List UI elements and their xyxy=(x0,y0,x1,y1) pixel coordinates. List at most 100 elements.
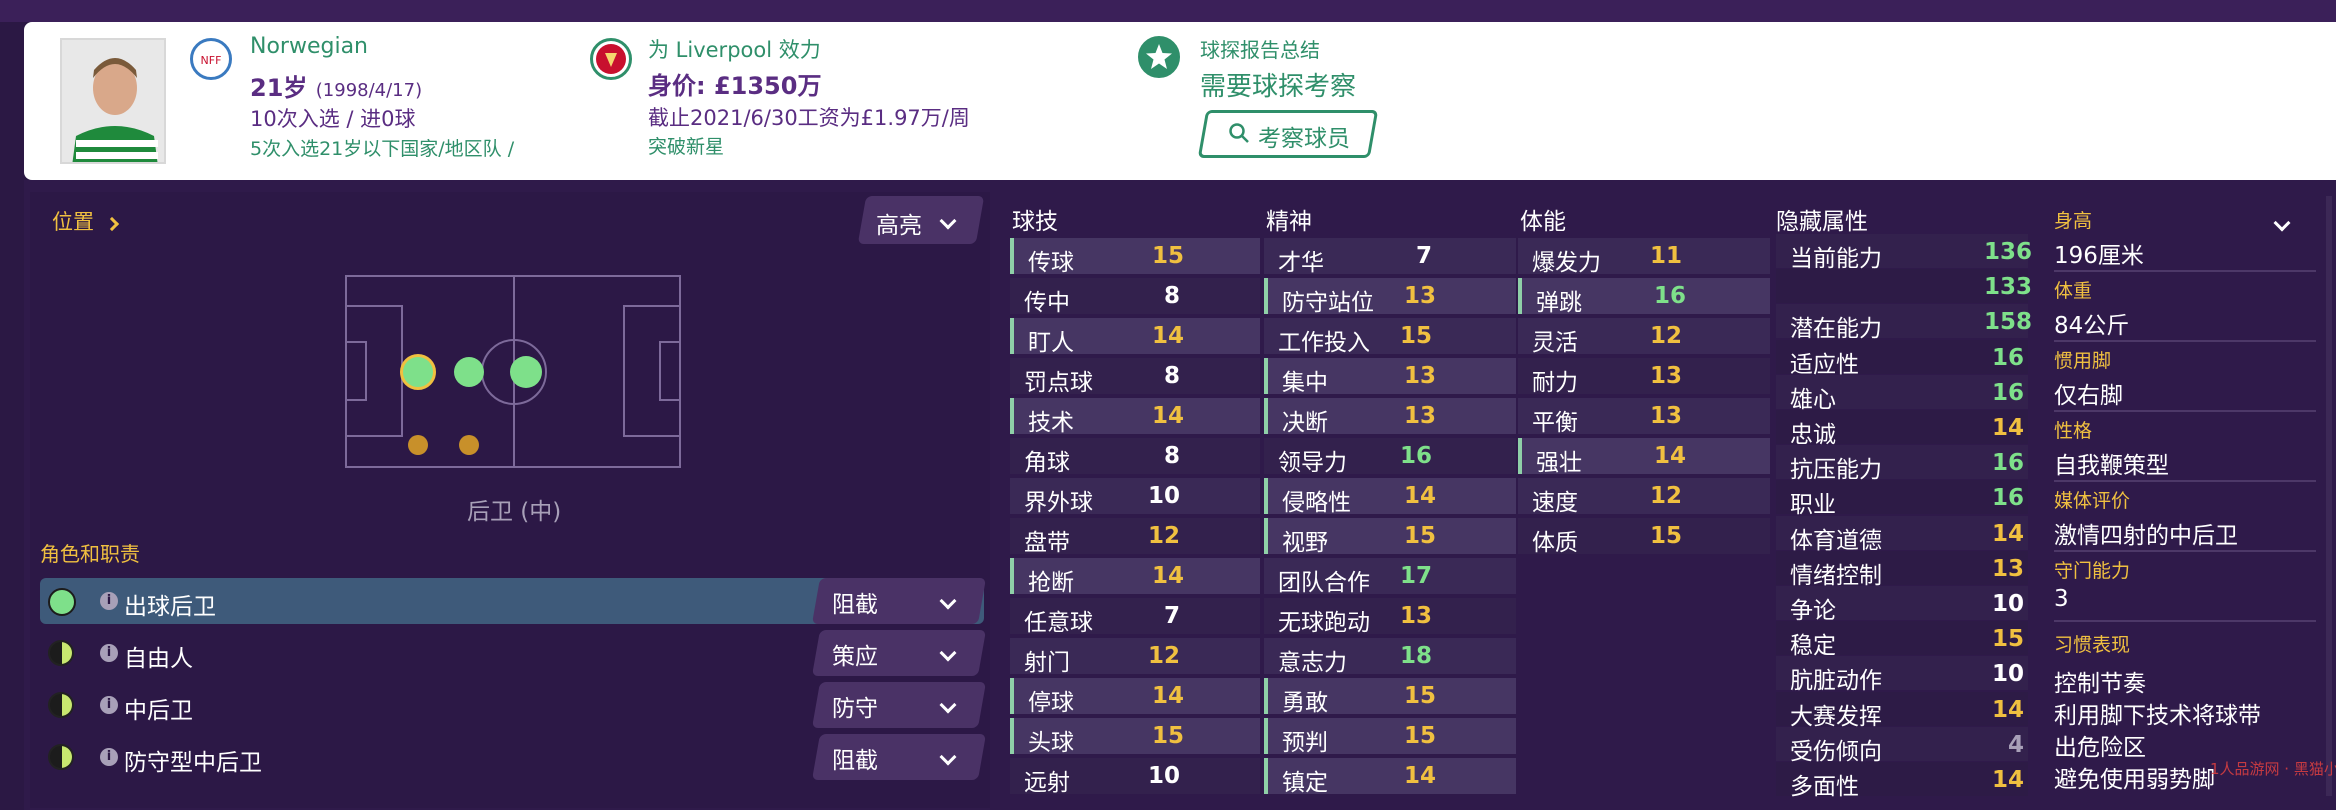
attribute-row-mental[interactable]: 决断 13 xyxy=(1264,398,1516,436)
info-icon[interactable]: i xyxy=(100,748,118,766)
position-toggle[interactable]: 位置 xyxy=(52,206,120,236)
attribute-name: 工作投入 xyxy=(1278,330,1370,356)
chevron-down-icon[interactable] xyxy=(2273,214,2291,233)
attribute-value: 14 xyxy=(1991,520,2024,547)
attribute-row-hidden[interactable]: 争论 10 xyxy=(1776,586,2028,624)
player-tag: 突破新星 xyxy=(648,136,725,158)
attribute-name: 情绪控制 xyxy=(1790,562,1882,589)
attribute-row-hidden[interactable]: 稳定 15 xyxy=(1776,621,2028,659)
attribute-name: 大赛发挥 xyxy=(1790,703,1882,730)
attribute-row-physical[interactable]: 强壮 14 xyxy=(1518,438,1770,476)
attribute-row-mental[interactable]: 团队合作 17 xyxy=(1264,558,1516,596)
info-icon[interactable]: i xyxy=(100,644,118,662)
duty-label: 阻截 xyxy=(832,748,878,774)
attribute-row-physical[interactable]: 灵活 12 xyxy=(1518,318,1770,356)
role-name: 防守型中后卫 xyxy=(124,750,262,776)
attribute-value: 16 xyxy=(1991,379,2024,406)
attribute-row-hidden[interactable]: 体育道德 14 xyxy=(1776,515,2028,554)
attribute-row-technical[interactable]: 传球 15 xyxy=(1010,238,1260,276)
attribute-value: 158 xyxy=(1984,309,2033,336)
attribute-value: 14 xyxy=(1403,483,1436,509)
attribute-row-hidden[interactable]: 雄心 16 xyxy=(1776,374,2028,413)
attribute-value: 18 xyxy=(1399,643,1432,669)
attribute-row-physical[interactable]: 爆发力 11 xyxy=(1518,238,1770,276)
attribute-row-technical[interactable]: 盯人 14 xyxy=(1010,318,1260,356)
attribute-row-technical[interactable]: 盘带 12 xyxy=(1010,518,1260,556)
attribute-row-mental[interactable]: 侵略性 14 xyxy=(1264,478,1516,516)
club-badge-icon xyxy=(590,38,632,80)
attribute-row-mental[interactable]: 集中 13 xyxy=(1264,358,1516,396)
attribute-row-hidden[interactable]: 潜在能力 158 xyxy=(1776,304,2033,342)
weight-label: 体重 xyxy=(2054,280,2093,302)
attribute-row-physical[interactable]: 体质 15 xyxy=(1518,518,1770,556)
attribute-row-hidden[interactable]: 情绪控制 13 xyxy=(1776,550,2028,589)
attribute-name: 灵活 xyxy=(1532,330,1578,356)
attribute-name: 争论 xyxy=(1790,598,1836,624)
attribute-row-mental[interactable]: 领导力 16 xyxy=(1264,438,1516,476)
attribute-row-technical[interactable]: 界外球 10 xyxy=(1010,478,1260,516)
attribute-row-physical[interactable]: 弹跳 16 xyxy=(1518,278,1770,316)
attribute-row-physical[interactable]: 平衡 13 xyxy=(1518,398,1770,436)
attribute-row-mental[interactable]: 工作投入 15 xyxy=(1264,318,1516,356)
attribute-row-mental[interactable]: 才华 7 xyxy=(1264,238,1516,276)
attribute-name: 爆发力 xyxy=(1532,250,1601,276)
attribute-value: 16 xyxy=(1653,283,1686,309)
attribute-name: 稳定 xyxy=(1790,633,1836,660)
nation-badge-icon: NFF xyxy=(190,38,232,80)
attribute-value: 16 xyxy=(1991,450,2024,477)
attribute-row-mental[interactable]: 无球跑动 13 xyxy=(1264,598,1516,636)
gk-label: 守门能力 xyxy=(2054,560,2131,582)
attribute-name: 射门 xyxy=(1024,650,1070,676)
attribute-row-technical[interactable]: 抢断 14 xyxy=(1010,558,1260,596)
attribute-name: 弹跳 xyxy=(1536,290,1582,316)
nationality: Norwegian xyxy=(250,34,368,59)
attribute-row-mental[interactable]: 镇定 14 xyxy=(1264,758,1516,796)
attribute-row-technical[interactable]: 射门 12 xyxy=(1010,638,1260,676)
attribute-row-technical[interactable]: 传中 8 xyxy=(1010,278,1260,316)
divider xyxy=(2054,410,2316,412)
attribute-row-hidden[interactable]: 适应性 16 xyxy=(1776,339,2028,378)
attribute-row-hidden[interactable]: 大赛发挥 14 xyxy=(1776,691,2028,730)
attribute-name: 任意球 xyxy=(1024,610,1093,636)
attribute-value: 14 xyxy=(1653,443,1686,469)
attribute-row-technical[interactable]: 角球 8 xyxy=(1010,438,1260,476)
attribute-row-hidden[interactable]: 受伤倾向 4 xyxy=(1776,726,2028,765)
attribute-row-technical[interactable]: 任意球 7 xyxy=(1010,598,1260,636)
attribute-value: 15 xyxy=(1649,523,1682,549)
scrollbar[interactable] xyxy=(2326,196,2332,796)
attribute-row-hidden[interactable]: 职业 16 xyxy=(1776,480,2028,518)
attribute-row-hidden[interactable]: 抗压能力 16 xyxy=(1776,445,2028,483)
attribute-value: 13 xyxy=(1403,283,1436,309)
attribute-row-technical[interactable]: 技术 14 xyxy=(1010,398,1260,436)
info-icon[interactable]: i xyxy=(100,592,118,610)
chevron-down-icon xyxy=(939,212,957,231)
attribute-row-hidden[interactable]: 当前能力 136 xyxy=(1776,234,2032,272)
info-icon[interactable]: i xyxy=(100,696,118,714)
attribute-name: 头球 xyxy=(1028,730,1074,756)
attribute-value: 14 xyxy=(1991,415,2024,441)
attribute-value: 14 xyxy=(1403,763,1436,789)
hidden-header: 隐藏属性 xyxy=(1776,209,1868,235)
attribute-row-technical[interactable]: 远射 10 xyxy=(1010,758,1260,796)
attribute-name: 抗压能力 xyxy=(1790,457,1882,484)
attribute-row-mental[interactable]: 防守站位 13 xyxy=(1264,278,1516,316)
attribute-value: 15 xyxy=(1403,723,1436,749)
attribute-value: 13 xyxy=(1991,555,2024,582)
attribute-row-hidden[interactable]: 133 xyxy=(1776,269,2032,304)
attribute-row-hidden[interactable]: 忠诚 14 xyxy=(1776,410,2028,448)
attribute-row-mental[interactable]: 预判 15 xyxy=(1264,718,1516,756)
attribute-row-physical[interactable]: 速度 12 xyxy=(1518,478,1770,516)
attribute-value: 4 xyxy=(2007,731,2024,758)
attribute-row-mental[interactable]: 勇敢 15 xyxy=(1264,678,1516,716)
attribute-row-technical[interactable]: 罚点球 8 xyxy=(1010,358,1260,396)
player-value: 身价: £1350万 xyxy=(648,72,822,100)
attribute-row-mental[interactable]: 视野 15 xyxy=(1264,518,1516,556)
attribute-row-technical[interactable]: 头球 15 xyxy=(1010,718,1260,756)
attribute-row-hidden[interactable]: 肮脏动作 10 xyxy=(1776,656,2028,694)
roles-title: 角色和职责 xyxy=(40,542,140,566)
attribute-row-hidden[interactable]: 多面性 14 xyxy=(1776,762,2028,800)
attribute-row-technical[interactable]: 停球 14 xyxy=(1010,678,1260,716)
attribute-name: 忠诚 xyxy=(1790,422,1836,448)
attribute-row-physical[interactable]: 耐力 13 xyxy=(1518,358,1770,396)
attribute-row-mental[interactable]: 意志力 18 xyxy=(1264,638,1516,676)
